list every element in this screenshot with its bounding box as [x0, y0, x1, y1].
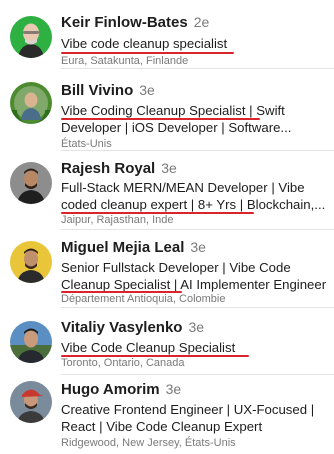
person-location: Département Antioquia, Colombie [61, 293, 226, 305]
connection-degree: 2e [193, 14, 210, 30]
person-name[interactable]: Rajesh Royal [61, 160, 155, 177]
person-headline: Vibe Code Cleanup Specialist [61, 340, 236, 355]
highlight-underline [61, 52, 234, 54]
person-location: États-Unis [61, 138, 112, 150]
avatar-opentowork-green-ring-icon[interactable] [10, 82, 52, 124]
avatar-man-yellow-bg-icon[interactable] [10, 241, 52, 283]
person-name[interactable]: Keir Finlow-Bates [61, 14, 188, 31]
person-name[interactable]: Bill Vivino [61, 82, 133, 99]
separator [61, 68, 334, 69]
separator [61, 307, 334, 308]
separator [61, 374, 334, 375]
person-name[interactable]: Vitaliy Vasylenko [61, 319, 182, 336]
person-name[interactable]: Miguel Mejia Leal [61, 239, 184, 256]
people-search-results: Keir Finlow-Bates 2e Vibe code cleanup sp… [0, 0, 334, 454]
result-row[interactable]: Keir Finlow-Bates 2e Vibe code cleanup sp… [0, 14, 334, 76]
avatar-man-grey-wall-icon[interactable] [10, 162, 52, 204]
result-row[interactable]: Vitaliy Vasylenko 3e Vibe Code Cleanup Sp… [0, 319, 334, 371]
person-headline: Full-Stack MERN/MEAN Developer | Vibe co… [61, 180, 326, 212]
result-row[interactable]: Hugo Amorim 3e Creative Frontend Engineer… [0, 381, 334, 451]
person-location: Eura, Satakunta, Finlande [61, 55, 189, 67]
avatar-man-red-cap-icon[interactable] [10, 381, 52, 423]
avatar-bald-man-green-bg-icon[interactable] [10, 16, 52, 58]
connection-degree: 3e [139, 82, 155, 98]
connection-degree: 3e [161, 160, 177, 176]
person-name[interactable]: Hugo Amorim [61, 381, 160, 398]
person-location: Ridgewood, New Jersey, États-Unis [61, 437, 236, 449]
person-headline: Senior Fullstack Developer | Vibe Code C… [61, 260, 327, 292]
person-headline: Creative Frontend Engineer | UX-Focused … [61, 402, 315, 434]
result-row[interactable]: Rajesh Royal 3e Full-Stack MERN/MEAN Deve… [0, 160, 334, 226]
separator [61, 229, 334, 230]
avatar-man-outdoor-blue-icon[interactable] [10, 321, 52, 363]
connection-degree: 3e [165, 381, 182, 397]
person-headline: Vibe code cleanup specialist [61, 36, 228, 51]
result-row[interactable]: Miguel Mejia Leal 3e Senior Fullstack Dev… [0, 239, 334, 305]
connection-degree: 3e [188, 319, 205, 335]
person-location: Toronto, Ontario, Canada [61, 357, 185, 369]
result-row[interactable]: Bill Vivino 3e Vibe Coding Cleanup Specia… [0, 82, 334, 150]
connection-degree: 3e [190, 239, 206, 255]
highlight-underline [61, 118, 260, 120]
separator [61, 150, 334, 151]
person-location: Jaipur, Rajasthan, Inde [61, 214, 174, 226]
